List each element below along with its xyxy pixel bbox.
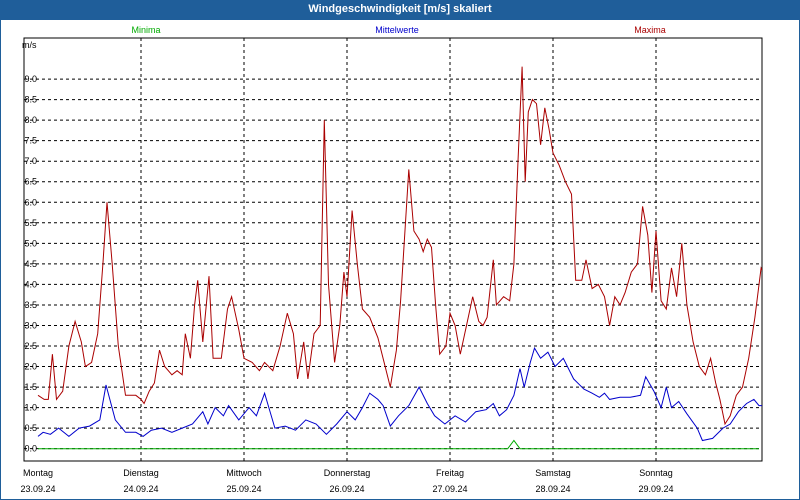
y-tick-label: 1.5 bbox=[24, 382, 37, 392]
y-axis-label: m/s bbox=[22, 40, 37, 50]
y-tick-label: 2.5 bbox=[24, 341, 37, 351]
y-tick-label: 2.0 bbox=[24, 362, 37, 372]
series-line-minima bbox=[38, 439, 759, 450]
series-lines bbox=[37, 66, 762, 450]
x-tick-weekday: Montag bbox=[23, 468, 53, 478]
series-line-mittelwerte bbox=[37, 346, 762, 442]
x-tick-date: 28.09.24 bbox=[535, 484, 570, 494]
x-tick-date: 25.09.24 bbox=[226, 484, 261, 494]
legend-item-maxima: Maxima bbox=[634, 25, 666, 35]
y-tick-label: 9.0 bbox=[24, 74, 37, 84]
x-tick-weekday: Freitag bbox=[436, 468, 464, 478]
grid bbox=[24, 38, 762, 461]
y-tick-label: 6.5 bbox=[24, 177, 37, 187]
x-tick-weekday: Dienstag bbox=[123, 468, 159, 478]
y-tick-label: 3.0 bbox=[24, 320, 37, 330]
y-tick-label: 7.5 bbox=[24, 136, 37, 146]
y-tick-label: 8.5 bbox=[24, 95, 37, 105]
x-tick-date: 27.09.24 bbox=[432, 484, 467, 494]
x-tick-date: 23.09.24 bbox=[20, 484, 55, 494]
plot-area bbox=[23, 37, 763, 462]
y-tick-label: 4.0 bbox=[24, 279, 37, 289]
y-tick-label: 5.0 bbox=[24, 238, 37, 248]
y-tick-label: 1.0 bbox=[24, 403, 37, 413]
y-tick-label: 0.5 bbox=[24, 423, 37, 433]
x-axis-ticks: Montag 23.09.24 Dienstag 24.09.24 Mittwoch 25… bbox=[20, 468, 673, 494]
y-tick-label: 7.0 bbox=[24, 156, 37, 166]
legend: Minima Mittelwerte Maxima bbox=[131, 25, 665, 35]
y-tick-label: 6.0 bbox=[24, 197, 37, 207]
y-tick-label: 8.0 bbox=[24, 115, 37, 125]
legend-item-mittelwerte: Mittelwerte bbox=[375, 25, 419, 35]
y-tick-label: 3.5 bbox=[24, 300, 37, 310]
x-tick-date: 26.09.24 bbox=[329, 484, 364, 494]
y-tick-label: 4.5 bbox=[24, 259, 37, 269]
y-tick-label: 5.5 bbox=[24, 218, 37, 228]
x-tick-weekday: Samstag bbox=[535, 468, 571, 478]
chart-canvas: 0.0 0.5 1.0 1.5 2.0 2.5 3.0 3.5 4.0 4.5 5.0 5.5 6.0 6… bbox=[20, 25, 763, 494]
x-tick-weekday: Donnerstag bbox=[324, 468, 371, 478]
legend-item-minima: Minima bbox=[131, 25, 160, 35]
x-tick-date: 24.09.24 bbox=[123, 484, 158, 494]
x-tick-weekday: Sonntag bbox=[639, 468, 673, 478]
x-tick-date: 29.09.24 bbox=[638, 484, 673, 494]
x-tick-weekday: Mittwoch bbox=[226, 468, 262, 478]
y-axis-ticks: 0.0 0.5 1.0 1.5 2.0 2.5 3.0 3.5 4.0 4.5 5.0 5.5 6.0 6… bbox=[24, 74, 37, 454]
y-tick-label: 0.0 bbox=[24, 444, 37, 454]
